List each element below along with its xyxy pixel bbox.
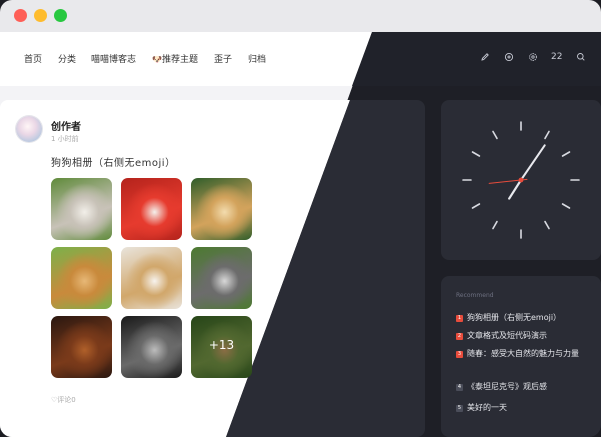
settings-gear-icon[interactable]	[527, 51, 539, 63]
clock-tick	[544, 130, 550, 140]
nav-item-archive[interactable]: 归档	[248, 52, 266, 65]
photo-puppy-with-bowl[interactable]	[121, 247, 182, 309]
author-name[interactable]: 创作者	[51, 118, 81, 133]
app-window: 首页 分类 喵喵博客志 🐶推荐主题 歪子 归档 22 创作者 1 小时前 狗狗相…	[0, 0, 601, 437]
recommend-item-label: 狗狗相册（右侧无emoji）	[467, 313, 562, 322]
search-icon[interactable]	[575, 51, 587, 63]
clock-tick	[471, 203, 481, 209]
clock-tick	[544, 220, 550, 230]
clock-tick	[492, 130, 498, 140]
photo-golden-lying-grass[interactable]: +13	[191, 316, 252, 378]
recommend-rank-badge: 1	[456, 315, 463, 322]
clock-tick	[561, 203, 571, 209]
post-title[interactable]: 狗狗相册（右侧无emoji）	[51, 154, 176, 169]
maximize-window-button[interactable]	[54, 9, 67, 22]
photo-puppy-in-red-flowers[interactable]	[121, 178, 182, 240]
recommend-item[interactable]: 5 美好的一天	[456, 401, 596, 414]
clock-tick	[492, 220, 498, 230]
author-avatar[interactable]	[16, 116, 42, 142]
comment-count[interactable]: ♡评论0	[51, 395, 76, 405]
recommend-rank-badge: 5	[456, 405, 463, 412]
clock-center-pin	[518, 177, 524, 183]
comment-label: 评论0	[57, 396, 76, 404]
recommend-item[interactable]: 4 《泰坦尼克号》观后感	[456, 380, 596, 393]
post-time: 1 小时前	[51, 135, 79, 143]
recommend-item-label: 《泰坦尼克号》观后感	[467, 382, 547, 391]
more-photos-count: +13	[208, 338, 235, 352]
clock-minute-hand	[520, 144, 546, 181]
nav-item-recommended[interactable]: 🐶推荐主题	[152, 52, 198, 65]
analog-clock	[462, 121, 580, 239]
photo-pug-black-white[interactable]	[121, 316, 182, 378]
photo-brown-dog-dark[interactable]	[51, 316, 112, 378]
nav-item-misc[interactable]: 歪子	[214, 52, 232, 65]
recommend-item[interactable]: 1 狗狗相册（右侧无emoji）	[456, 311, 596, 324]
recommend-rank-badge: 3	[456, 351, 463, 358]
notification-count[interactable]: 22	[551, 52, 562, 62]
recommend-item[interactable]: 2 文章格式及短代码演示	[456, 329, 596, 342]
recommend-rank-badge: 2	[456, 333, 463, 340]
photo-golden-smiling[interactable]	[51, 247, 112, 309]
recommend-item-label: 美好的一天	[467, 403, 507, 412]
recommend-rank-badge: 4	[456, 384, 463, 391]
clock-hour-hand	[508, 178, 523, 200]
nav-item-category[interactable]: 分类	[58, 52, 76, 65]
recommend-title: Recommend	[456, 292, 494, 299]
dog-emoji-icon: 🐶	[152, 55, 162, 64]
photo-labrador-on-green[interactable]	[191, 178, 252, 240]
recommend-item-label: 文章格式及短代码演示	[467, 331, 547, 340]
clock-tick	[561, 151, 571, 157]
minimize-window-button[interactable]	[34, 9, 47, 22]
close-window-button[interactable]	[14, 9, 27, 22]
title-bar	[0, 0, 601, 32]
photo-husky-on-grass[interactable]	[191, 247, 252, 309]
nav-item-blog[interactable]: 喵喵博客志	[91, 52, 136, 65]
clock-tick	[471, 151, 481, 157]
recommend-item[interactable]: 3 随春：感受大自然的魅力与力量	[456, 347, 596, 360]
add-circle-icon[interactable]	[503, 51, 515, 63]
clock-widget	[441, 100, 601, 260]
photo-golden-retriever-profile[interactable]	[51, 178, 112, 240]
nav-item-recommended-label: 推荐主题	[161, 55, 198, 65]
edit-pencil-icon[interactable]	[479, 51, 491, 63]
recommend-item-label: 随春：感受大自然的魅力与力量	[467, 349, 579, 358]
nav-item-home[interactable]: 首页	[24, 52, 42, 65]
